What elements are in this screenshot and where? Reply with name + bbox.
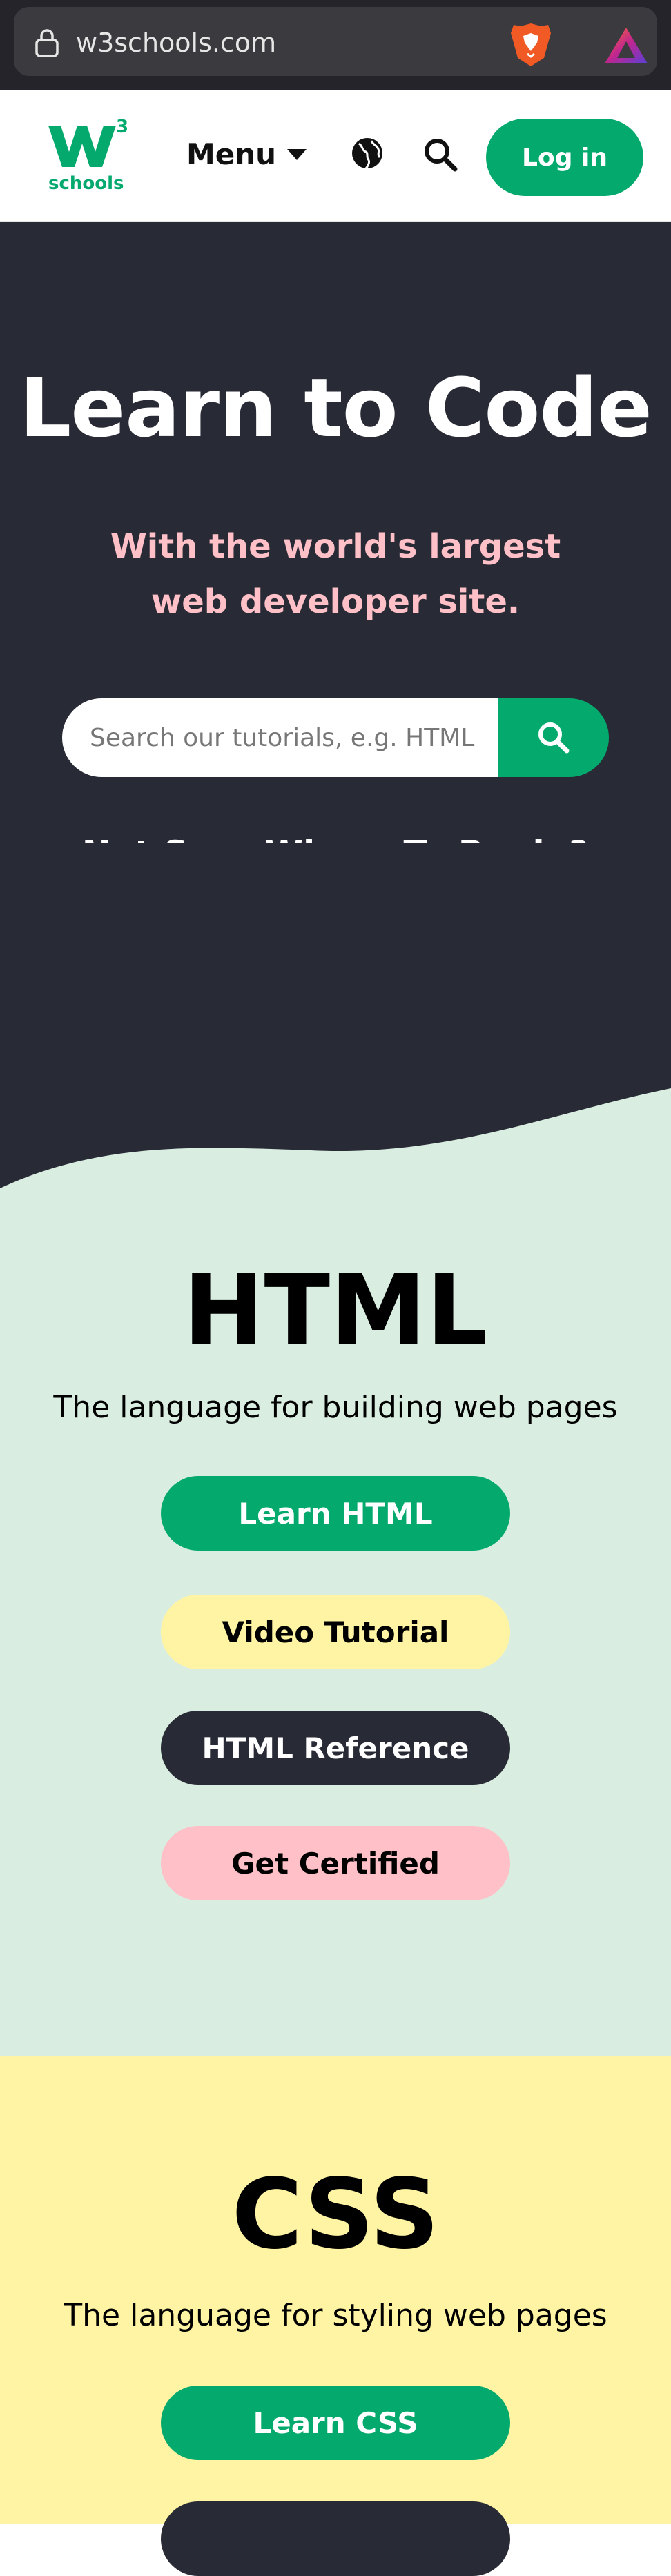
caret-down-icon — [287, 149, 307, 160]
learn-html-button[interactable]: Learn HTML — [161, 1476, 510, 1551]
tutorial-search — [62, 698, 609, 777]
svg-text:3: 3 — [116, 117, 128, 137]
css-description: The language for styling web pages — [64, 2298, 607, 2333]
wave-divider — [0, 843, 671, 1188]
css-title: CSS — [231, 2159, 440, 2271]
globe-icon[interactable] — [351, 137, 384, 170]
w3schools-logo[interactable]: 3 schools — [47, 117, 128, 195]
search-icon[interactable] — [422, 137, 458, 173]
browser-toolbar: w3schools.com — [0, 0, 671, 90]
html-description: The language for building web pages — [53, 1390, 618, 1425]
get-certified-button[interactable]: Get Certified — [161, 1826, 510, 1900]
learn-css-button[interactable]: Learn CSS — [161, 2386, 510, 2460]
css-section: CSS The language for styling web pages L… — [0, 2056, 671, 2576]
html-reference-button[interactable]: HTML Reference — [161, 1711, 510, 1785]
video-tutorial-button[interactable]: Video Tutorial — [161, 1595, 510, 1669]
lock-icon — [35, 29, 59, 57]
menu-label: Menu — [186, 137, 277, 171]
next-css-button[interactable] — [161, 2501, 510, 2576]
url-text: w3schools.com — [76, 28, 277, 58]
html-section: HTML The language for building web pages… — [0, 1188, 671, 2056]
login-button[interactable]: Log in — [486, 119, 643, 196]
brave-rewards-icon[interactable] — [603, 26, 649, 65]
hero-title: Learn to Code — [19, 360, 652, 455]
site-header: 3 schools Menu Log in — [0, 90, 671, 222]
hero-subtitle: With the world's largest web developer s… — [110, 527, 561, 621]
search-icon — [538, 722, 570, 754]
address-bar[interactable]: w3schools.com — [14, 7, 657, 76]
menu-button[interactable]: Menu — [186, 135, 307, 174]
brave-shield-icon[interactable] — [509, 22, 552, 68]
html-title: HTML — [183, 1255, 488, 1367]
search-button[interactable] — [498, 698, 609, 777]
svg-text:schools: schools — [48, 173, 124, 194]
search-input[interactable] — [62, 698, 498, 777]
